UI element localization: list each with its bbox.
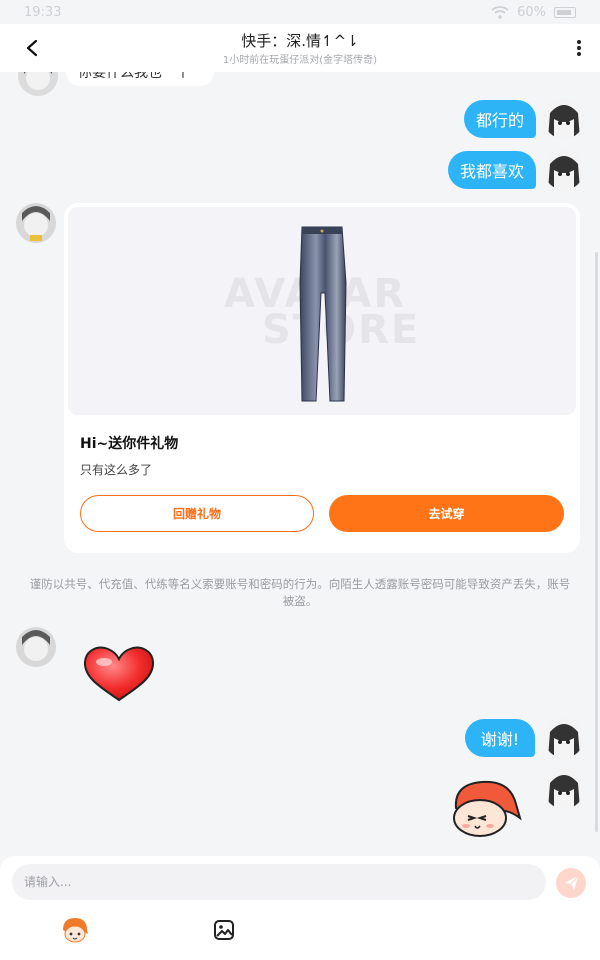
chat-scrollbar[interactable]	[595, 252, 598, 832]
image-icon	[214, 920, 234, 940]
security-warning: 谨防以共号、代充值、代练等名义索要账号和密码的行为。向陌生人透露账号密码可能导致…	[29, 577, 571, 608]
incoming-message-bubble: 你要什么我也一个	[66, 72, 214, 86]
my-avatar-image	[544, 769, 584, 809]
avatar-sticker-icon	[63, 918, 88, 943]
status-bar: 19:33 60%	[0, 0, 600, 24]
gift-description: 只有这么多了	[80, 463, 153, 477]
more-dot	[577, 52, 581, 56]
chat-subtitle: 1小时前在玩蛋仔派对(金字塔传奇)	[222, 55, 378, 66]
heart-icon	[83, 646, 155, 702]
my-avatar[interactable]	[544, 769, 584, 809]
chat-messages[interactable]: 你要什么我也一个 都行的 我都喜欢 AVATAR ST	[0, 72, 600, 856]
sticker-button[interactable]	[60, 916, 90, 944]
gift-card[interactable]: AVATAR STORE Hi~送你件礼物 只有这么多了 回赠	[64, 203, 580, 553]
outgoing-message-bubble: 谢谢!	[465, 719, 535, 757]
more-dot	[577, 46, 581, 50]
return-gift-button[interactable]: 回赠礼物	[80, 495, 314, 532]
outgoing-message-bubble: 都行的	[464, 100, 536, 138]
outgoing-message-text: 我都喜欢	[460, 162, 525, 181]
my-avatar[interactable]	[544, 99, 584, 139]
gift-title: Hi~送你件礼物	[80, 436, 179, 452]
message-input-bar	[0, 856, 600, 960]
contact-avatar[interactable]	[16, 627, 56, 667]
contact-avatar[interactable]	[16, 203, 56, 243]
more-dot	[577, 40, 581, 44]
contact-avatar[interactable]	[18, 72, 58, 96]
send-button[interactable]	[556, 868, 586, 898]
battery-percent: 60%	[517, 4, 546, 20]
gift-item-image[interactable]: AVATAR STORE	[68, 207, 576, 415]
image-button[interactable]	[212, 918, 236, 942]
outgoing-message-bubble: 我都喜欢	[448, 151, 536, 189]
contact-avatar-image	[18, 72, 58, 96]
my-avatar[interactable]	[544, 150, 584, 190]
outgoing-message-text: 谢谢!	[480, 730, 520, 749]
status-time: 19:33	[24, 4, 62, 20]
my-avatar[interactable]	[544, 718, 584, 758]
cartoon-face-icon	[453, 780, 522, 837]
my-avatar-image	[544, 99, 584, 139]
my-avatar-image	[544, 150, 584, 190]
battery-icon	[554, 6, 576, 18]
contact-avatar-image	[16, 627, 56, 667]
incoming-message-text: 你要什么我也一个	[78, 72, 190, 81]
my-avatar-image	[544, 718, 584, 758]
send-icon	[564, 875, 579, 890]
message-input[interactable]	[12, 864, 546, 900]
wifi-icon	[491, 5, 509, 19]
try-on-button[interactable]: 去试穿	[329, 495, 564, 532]
more-options-button[interactable]	[574, 36, 584, 60]
chat-header: 快手：深.情↿^⇂ 1小时前在玩蛋仔派对(金字塔传奇)	[0, 24, 600, 72]
jeans-icon	[299, 226, 347, 402]
chat-title: 快手：深.情↿^⇂	[241, 32, 359, 50]
outgoing-message-text: 都行的	[476, 111, 525, 130]
contact-avatar-image	[16, 203, 56, 243]
status-icons: 60%	[491, 5, 576, 20]
